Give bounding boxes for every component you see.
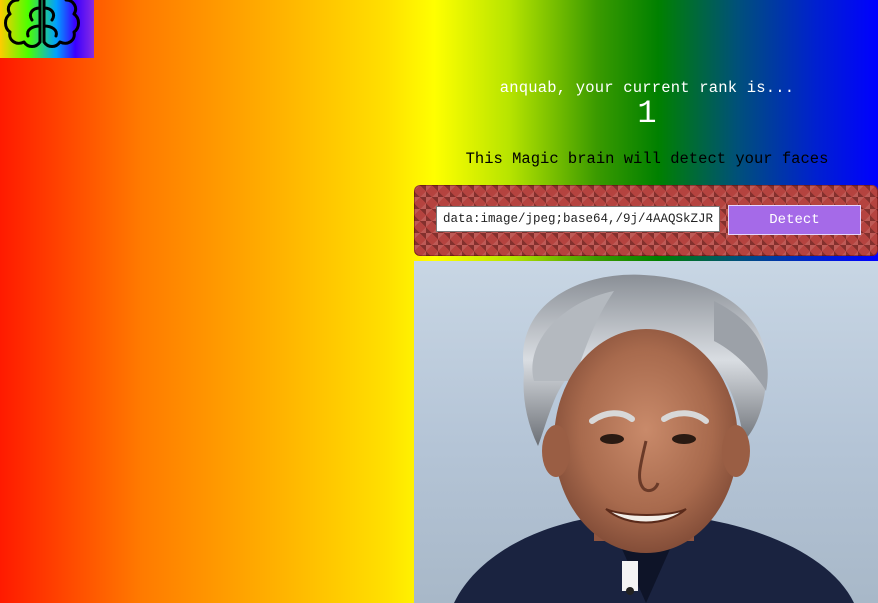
face-photo-image xyxy=(454,274,854,603)
logo xyxy=(0,0,94,58)
brain-icon xyxy=(4,0,80,48)
face-photo xyxy=(414,261,878,603)
image-url-form: Detect xyxy=(414,185,878,256)
rank-value: 1 xyxy=(637,95,657,132)
page-tagline: This Magic brain will detect your faces xyxy=(465,150,829,168)
image-url-input[interactable] xyxy=(436,206,720,232)
detect-button[interactable]: Detect xyxy=(728,205,861,235)
